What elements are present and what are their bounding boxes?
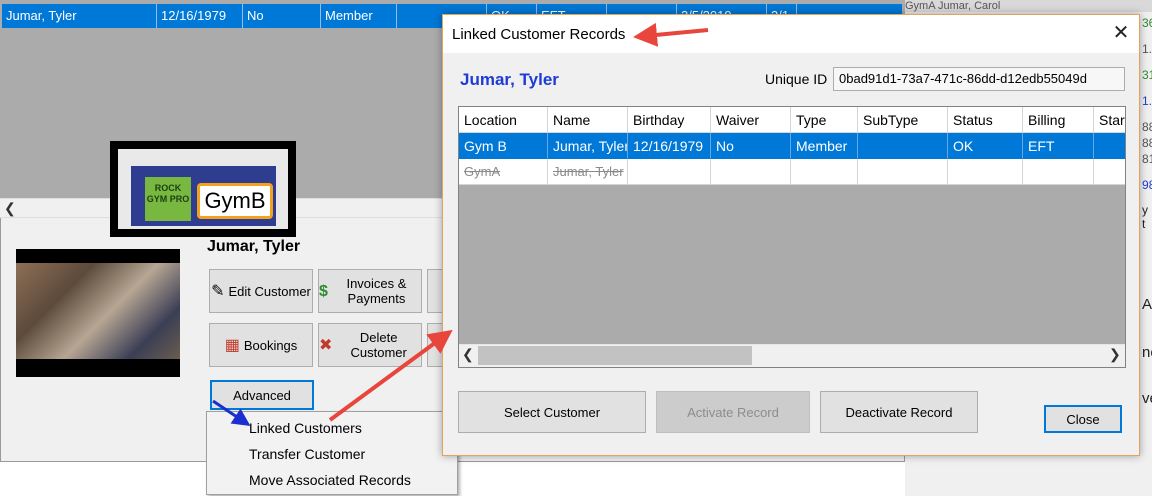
- menu-item-linked-customers[interactable]: Linked Customers: [249, 420, 362, 436]
- scroll-left-icon[interactable]: ❮: [462, 346, 474, 363]
- cell-waiver: No: [243, 4, 321, 28]
- cell-waiver: No: [711, 133, 791, 159]
- dollar-icon: $: [319, 282, 328, 300]
- column-header-start[interactable]: Start: [1094, 107, 1125, 133]
- partial-value: 31: [1142, 68, 1152, 82]
- partial-value: 88: [1142, 136, 1152, 150]
- partial-value: 1.: [1142, 94, 1152, 108]
- scroll-right-icon[interactable]: ❯: [1109, 346, 1121, 363]
- delete-customer-button[interactable]: ✖ Delete Customer: [318, 323, 422, 367]
- scrollbar-thumb[interactable]: [478, 346, 752, 365]
- cell-subtype: [858, 133, 948, 159]
- partial-text: A: [1142, 296, 1152, 313]
- cell-name: Jumar, Tyler: [548, 159, 628, 185]
- cell-type: Member: [791, 133, 858, 159]
- delete-customer-label: Delete Customer: [350, 330, 407, 360]
- close-label: Close: [1066, 411, 1100, 427]
- calendar-icon: ▦: [224, 336, 240, 354]
- activate-record-button[interactable]: Activate Record: [656, 391, 810, 433]
- cell-name: Jumar, Tyler: [2, 4, 157, 28]
- bookings-label: Bookings: [243, 337, 298, 353]
- cell-birthday: 12/16/1979: [157, 4, 243, 28]
- edit-customer-button[interactable]: ✎ Edit Customer: [209, 269, 313, 313]
- cell-status: [948, 159, 1023, 185]
- cell-type: Member: [321, 4, 397, 28]
- partial-value: 88: [1142, 120, 1152, 134]
- advanced-menu: Linked Customers Transfer Customer Move …: [206, 411, 458, 495]
- deactivate-record-label: Deactivate Record: [845, 404, 953, 420]
- dialog-customer-name: Jumar, Tyler: [460, 70, 559, 89]
- menu-item-move-associated-records[interactable]: Move Associated Records: [249, 472, 411, 488]
- rock-gym-pro-logo: ROCK GYM PRO: [145, 177, 191, 221]
- customer-name: Jumar, Tyler: [207, 238, 301, 255]
- cell-start: [1094, 133, 1125, 159]
- unique-id-field[interactable]: 0bad91d1-73a7-471c-86dd-d12edb55049d: [833, 67, 1125, 91]
- column-header-waiver[interactable]: Waiver: [711, 107, 791, 133]
- partial-value: 98: [1142, 178, 1152, 192]
- grid-header-row: Location Name Birthday Waiver Type SubTy…: [459, 107, 1125, 133]
- cell-name: Jumar, Tyler: [548, 133, 628, 159]
- cell-start: [1094, 159, 1125, 185]
- linked-records-grid[interactable]: Location Name Birthday Waiver Type SubTy…: [458, 106, 1126, 368]
- cell-subtype: [858, 159, 948, 185]
- cell-status: OK: [948, 133, 1023, 159]
- partial-text: ne: [1142, 344, 1152, 361]
- column-header-type[interactable]: Type: [791, 107, 858, 133]
- select-customer-button[interactable]: Select Customer: [458, 391, 646, 433]
- customer-photo: [16, 263, 180, 359]
- cell-billing: EFT: [1023, 133, 1094, 159]
- column-header-billing[interactable]: Billing: [1023, 107, 1094, 133]
- dialog-title: Linked Customer Records: [452, 26, 626, 43]
- bookings-button[interactable]: ▦ Bookings: [209, 323, 313, 367]
- table-row[interactable]: Gym B Jumar, Tyler 12/16/1979 No Member …: [459, 133, 1125, 159]
- delete-user-icon: ✖: [319, 336, 333, 354]
- background-window-header: GymA Jumar, Carol: [905, 0, 1152, 12]
- menu-item-transfer-customer[interactable]: Transfer Customer: [249, 446, 365, 462]
- close-button[interactable]: Close: [1044, 405, 1122, 433]
- select-customer-label: Select Customer: [503, 404, 601, 420]
- cell-type: [791, 159, 858, 185]
- column-header-birthday[interactable]: Birthday: [628, 107, 711, 133]
- column-header-subtype[interactable]: SubType: [858, 107, 948, 133]
- cell-billing: [1023, 159, 1094, 185]
- partial-value: 81: [1142, 152, 1152, 166]
- advanced-button[interactable]: Advanced: [210, 380, 314, 410]
- invoices-payments-button[interactable]: $ Invoices & Payments: [318, 269, 422, 313]
- column-header-status[interactable]: Status: [948, 107, 1023, 133]
- invoices-payments-label: Invoices & Payments: [346, 276, 407, 306]
- partial-value: 1.: [1142, 42, 1152, 56]
- partial-text: ve: [1142, 390, 1152, 407]
- column-header-location[interactable]: Location: [459, 107, 548, 133]
- cell-location: Gym B: [459, 133, 548, 159]
- scroll-left-icon[interactable]: ❮: [4, 200, 16, 217]
- deactivate-record-button[interactable]: Deactivate Record: [820, 391, 978, 433]
- cell-waiver: [711, 159, 791, 185]
- cell-birthday: [628, 159, 711, 185]
- unique-id-label: Unique ID: [765, 71, 828, 87]
- cell-birthday: 12/16/1979: [628, 133, 711, 159]
- cell-location: GymA: [459, 159, 548, 185]
- partial-value: 36: [1142, 16, 1152, 30]
- close-icon[interactable]: ✕: [1107, 21, 1135, 47]
- table-row[interactable]: GymA Jumar, Tyler: [459, 159, 1125, 185]
- partial-text: y t: [1142, 203, 1148, 231]
- edit-customer-label: Edit Customer: [228, 283, 311, 299]
- edit-user-icon: ✎: [211, 282, 225, 300]
- column-header-name[interactable]: Name: [548, 107, 628, 133]
- activate-record-label: Activate Record: [687, 404, 779, 420]
- gym-location-badge: GymB: [197, 183, 273, 219]
- advanced-label: Advanced: [233, 387, 291, 403]
